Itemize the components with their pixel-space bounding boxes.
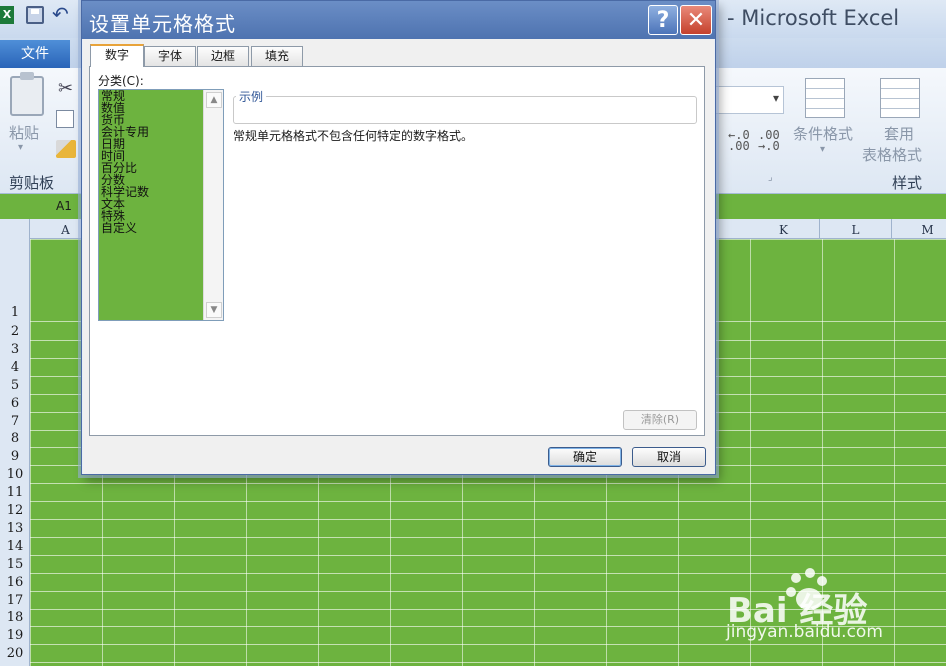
column-header-m[interactable]: M <box>892 219 946 239</box>
dialog-title: 设置单元格格式 <box>89 12 236 36</box>
number-format-combo[interactable] <box>714 86 784 114</box>
row-header[interactable]: 2 <box>0 324 30 339</box>
row-header[interactable]: 11 <box>0 485 30 500</box>
conditional-format-dropdown-icon[interactable]: ▾ <box>820 144 825 155</box>
tab-border[interactable]: 边框 <box>197 46 249 66</box>
tab-fill[interactable]: 填充 <box>251 46 303 66</box>
decrease-decimal-icon[interactable]: .00 →.0 <box>758 129 780 152</box>
paste-button-label[interactable]: 粘贴 <box>9 122 39 143</box>
scroll-up-icon[interactable]: ▲ <box>206 92 222 108</box>
row-header[interactable]: 13 <box>0 521 30 536</box>
tab-font[interactable]: 字体 <box>144 46 196 66</box>
row-header[interactable]: 19 <box>0 628 30 643</box>
row-header[interactable]: 7 <box>0 414 30 429</box>
dialog-launcher-icon[interactable]: ⌟ <box>768 172 773 183</box>
window-title: - Microsoft Excel <box>727 6 900 30</box>
row-header[interactable]: 5 <box>0 378 30 393</box>
row-gridline <box>30 536 946 538</box>
table-format-icon[interactable] <box>880 78 920 118</box>
conditional-format-label[interactable]: 条件格式 <box>793 123 853 144</box>
column-header-k[interactable]: K <box>748 219 820 239</box>
table-format-label[interactable]: 表格格式 <box>862 144 922 165</box>
close-button[interactable]: ✕ <box>680 5 712 35</box>
row-gridline <box>30 519 946 520</box>
paste-dropdown-icon[interactable]: ▾ <box>18 142 23 153</box>
row-header[interactable]: 16 <box>0 575 30 590</box>
row-gridline <box>30 662 946 664</box>
row-header[interactable]: 3 <box>0 342 30 357</box>
category-scrollbar[interactable]: ▲ ▼ <box>203 90 223 320</box>
row-header[interactable]: 6 <box>0 396 30 411</box>
row-header[interactable]: 10 <box>0 467 30 482</box>
row-gridline <box>30 644 946 646</box>
category-listbox[interactable]: 常规 数值 货币 会计专用 日期 时间 百分比 分数 科学记数 文本 特殊 自定义 ▲ ▼ <box>98 89 224 321</box>
cancel-button[interactable]: 取消 <box>632 447 706 467</box>
select-all-corner[interactable] <box>0 219 30 239</box>
ok-button[interactable]: 确定 <box>548 447 622 467</box>
row-header[interactable]: 4 <box>0 360 30 375</box>
apply-label[interactable]: 套用 <box>884 123 914 144</box>
tab-number[interactable]: 数字 <box>90 44 144 67</box>
save-icon[interactable] <box>26 6 44 24</box>
sample-label: 示例 <box>236 88 267 105</box>
file-tab[interactable]: 文件 <box>0 40 70 68</box>
sample-box <box>233 96 697 124</box>
row-header[interactable]: 15 <box>0 557 30 572</box>
row-header[interactable]: 12 <box>0 503 30 518</box>
row-header[interactable]: 1 <box>0 305 30 320</box>
clipboard-group-label: 剪贴板 <box>9 174 55 192</box>
row-gridline <box>30 554 946 556</box>
clear-button[interactable]: 清除(R) <box>623 410 697 430</box>
increase-decimal-icon[interactable]: ←.0 .00 <box>728 129 750 152</box>
format-painter-icon[interactable] <box>56 140 76 158</box>
watermark-url: jingyan.baidu.com <box>726 622 883 642</box>
help-button[interactable]: ? <box>648 5 678 35</box>
undo-icon[interactable]: ↶ <box>52 2 69 26</box>
scroll-down-icon[interactable]: ▼ <box>206 302 222 318</box>
name-box[interactable]: A1 <box>56 199 72 213</box>
row-header[interactable]: 9 <box>0 449 30 464</box>
conditional-format-icon[interactable] <box>805 78 845 118</box>
row-header[interactable]: 14 <box>0 539 30 554</box>
copy-icon[interactable] <box>56 110 74 128</box>
format-description: 常规单元格格式不包含任何特定的数字格式。 <box>233 129 474 143</box>
row-header[interactable]: 18 <box>0 610 30 625</box>
excel-app-icon[interactable]: X <box>0 6 14 24</box>
row-header[interactable]: 8 <box>0 431 30 446</box>
row-gridline <box>30 483 946 485</box>
category-label: 分类(C): <box>98 74 144 88</box>
row-header[interactable]: 17 <box>0 593 30 608</box>
paste-icon[interactable] <box>10 72 44 116</box>
styles-group-label: 样式 <box>892 174 923 192</box>
column-header-l[interactable]: L <box>820 219 892 239</box>
row-header[interactable]: 20 <box>0 646 30 661</box>
cut-icon[interactable]: ✂ <box>58 78 73 99</box>
row-gridline <box>30 501 946 503</box>
